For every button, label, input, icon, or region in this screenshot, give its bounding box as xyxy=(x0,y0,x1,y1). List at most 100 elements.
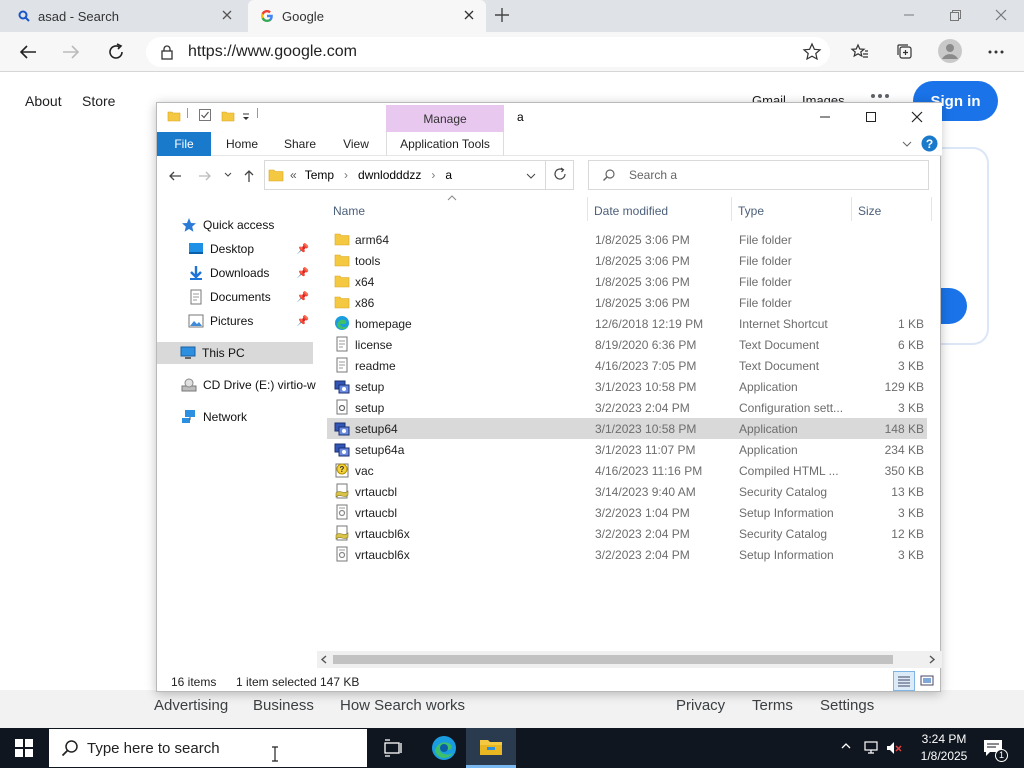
path-overflow[interactable]: « xyxy=(290,168,297,182)
file-explorer-taskbar-button[interactable] xyxy=(466,728,516,768)
close-icon[interactable] xyxy=(909,109,925,125)
pin-icon[interactable]: 📌 xyxy=(297,316,309,327)
file-row[interactable]: x64 1/8/2025 3:06 PM File folder xyxy=(327,271,927,292)
file-row[interactable]: license 8/19/2020 6:36 PM Text Document 6 K… xyxy=(327,334,927,355)
footer-terms-link[interactable]: Terms xyxy=(752,697,793,714)
file-row[interactable]: setup64a 3/1/2023 11:07 PM Application 234 … xyxy=(327,439,927,460)
footer-settings-link[interactable]: Settings xyxy=(820,697,874,714)
column-type[interactable]: Type xyxy=(738,204,764,218)
breadcrumb-a[interactable]: a xyxy=(445,168,452,182)
reload-icon[interactable] xyxy=(105,41,127,63)
column-size[interactable]: Size xyxy=(858,204,881,218)
chevron-down-icon[interactable] xyxy=(525,171,537,181)
manage-context-tab[interactable]: Manage xyxy=(386,105,504,132)
tab-application-tools[interactable]: Application Tools xyxy=(386,132,504,156)
file-row[interactable]: setup 3/2/2023 2:04 PM Configuration sett.… xyxy=(327,397,927,418)
back-icon[interactable] xyxy=(167,168,183,184)
footer-privacy-link[interactable]: Privacy xyxy=(676,697,725,714)
close-tab-icon[interactable] xyxy=(462,8,476,22)
close-tab-icon[interactable] xyxy=(220,8,234,22)
task-view-icon[interactable] xyxy=(382,738,402,758)
help-icon[interactable]: ? xyxy=(921,135,938,152)
file-row[interactable]: arm64 1/8/2025 3:06 PM File folder xyxy=(327,229,927,250)
expand-ribbon-icon[interactable] xyxy=(901,139,913,149)
tab-file[interactable]: File xyxy=(157,132,211,156)
breadcrumb-temp[interactable]: Temp xyxy=(305,168,334,182)
properties-icon[interactable] xyxy=(198,108,212,122)
footer-how-search-works-link[interactable]: How Search works xyxy=(340,697,465,714)
pin-icon[interactable]: 📌 xyxy=(297,292,309,303)
footer-business-link[interactable]: Business xyxy=(253,697,314,714)
minimize-icon[interactable] xyxy=(900,6,918,24)
horizontal-scrollbar[interactable] xyxy=(317,651,942,668)
maximize-icon[interactable] xyxy=(863,109,879,125)
close-window-icon[interactable] xyxy=(992,6,1010,24)
column-date-modified[interactable]: Date modified xyxy=(594,204,668,218)
forward-icon[interactable] xyxy=(197,168,213,184)
file-row[interactable]: vrtaucbl6x 3/2/2023 2:04 PM Security Catal… xyxy=(327,523,927,544)
profile-avatar-icon[interactable] xyxy=(938,39,962,63)
new-tab-button[interactable] xyxy=(492,5,512,25)
file-row[interactable]: tools 1/8/2025 3:06 PM File folder xyxy=(327,250,927,271)
footer-advertising-link[interactable]: Advertising xyxy=(154,697,228,714)
windows-start-icon[interactable] xyxy=(15,739,33,757)
scrollbar-thumb[interactable] xyxy=(333,655,893,664)
chevron-right-icon[interactable]: › xyxy=(344,168,348,182)
nav-cd-drive[interactable]: CD Drive (E:) virtio-w xyxy=(181,374,317,396)
chevron-right-icon[interactable]: › xyxy=(431,168,435,182)
column-divider[interactable] xyxy=(931,197,932,221)
tab-google[interactable]: Google xyxy=(248,0,486,32)
nav-documents[interactable]: Documents 📌 xyxy=(188,286,313,308)
tab-view[interactable]: View xyxy=(335,132,377,156)
file-row[interactable]: ? vac 4/16/2023 11:16 PM Compiled HTML ... 3… xyxy=(327,460,927,481)
search-box[interactable]: Search a xyxy=(588,160,929,190)
nav-network[interactable]: Network xyxy=(181,406,316,428)
breadcrumb-dwnlodddzz[interactable]: dwnlodddzz xyxy=(358,168,421,182)
nav-this-pc[interactable]: This PC xyxy=(157,342,313,364)
recent-locations-icon[interactable] xyxy=(223,170,233,180)
file-row[interactable]: setup64 3/1/2023 10:58 PM Application 148 K… xyxy=(327,418,927,439)
network-status-icon[interactable] xyxy=(862,739,880,757)
pin-icon[interactable]: 📌 xyxy=(297,268,309,279)
taskbar-search-box[interactable]: Type here to search xyxy=(49,729,367,767)
chevron-up-icon[interactable] xyxy=(840,741,852,751)
favorites-icon[interactable] xyxy=(850,42,870,62)
back-icon[interactable] xyxy=(17,41,39,63)
forward-icon[interactable] xyxy=(60,41,82,63)
restore-icon[interactable] xyxy=(946,6,964,24)
nav-desktop[interactable]: Desktop 📌 xyxy=(188,238,313,260)
up-icon[interactable] xyxy=(241,168,257,184)
nav-downloads[interactable]: Downloads 📌 xyxy=(188,262,313,284)
apps-grid-icon[interactable] xyxy=(870,92,890,102)
lock-icon[interactable] xyxy=(160,44,174,60)
google-store-link[interactable]: Store xyxy=(82,93,115,109)
volume-muted-icon[interactable] xyxy=(885,739,903,757)
file-row[interactable]: vrtaucbl 3/14/2023 9:40 AM Security Catalo… xyxy=(327,481,927,502)
address-bar[interactable]: https://www.google.com xyxy=(146,37,830,67)
collections-icon[interactable] xyxy=(895,42,915,62)
file-row[interactable]: x86 1/8/2025 3:06 PM File folder xyxy=(327,292,927,313)
pin-icon[interactable]: 📌 xyxy=(297,244,309,255)
details-view-icon[interactable] xyxy=(893,671,915,691)
tab-home[interactable]: Home xyxy=(219,132,265,156)
file-row[interactable]: vrtaucbl 3/2/2023 1:04 PM Setup Informatio… xyxy=(327,502,927,523)
scroll-left-icon[interactable] xyxy=(320,655,328,664)
edge-browser-icon[interactable] xyxy=(430,734,458,762)
column-divider[interactable] xyxy=(851,197,852,221)
file-row[interactable]: setup 3/1/2023 10:58 PM Application 129 KB xyxy=(327,376,927,397)
minimize-icon[interactable] xyxy=(817,109,833,125)
favorite-star-icon[interactable] xyxy=(802,42,822,62)
file-row[interactable]: readme 4/16/2023 7:05 PM Text Document 3 KB xyxy=(327,355,927,376)
customize-toolbar-icon[interactable] xyxy=(241,109,251,123)
taskbar-clock[interactable]: 3:24 PM 1/8/2025 xyxy=(904,731,984,765)
nav-quick-access[interactable]: Quick access xyxy=(181,214,316,236)
new-folder-icon[interactable] xyxy=(221,109,235,123)
file-row[interactable]: homepage 12/6/2018 12:19 PM Internet Short… xyxy=(327,313,927,334)
address-path[interactable]: « Temp › dwnlodddzz › a xyxy=(264,160,574,190)
more-menu-icon[interactable] xyxy=(986,42,1006,62)
google-about-link[interactable]: About xyxy=(25,93,62,109)
scroll-right-icon[interactable] xyxy=(928,655,936,664)
file-row[interactable]: vrtaucbl6x 3/2/2023 2:04 PM Setup Informat… xyxy=(327,544,927,565)
column-divider[interactable] xyxy=(587,197,588,221)
refresh-button[interactable] xyxy=(545,160,574,190)
